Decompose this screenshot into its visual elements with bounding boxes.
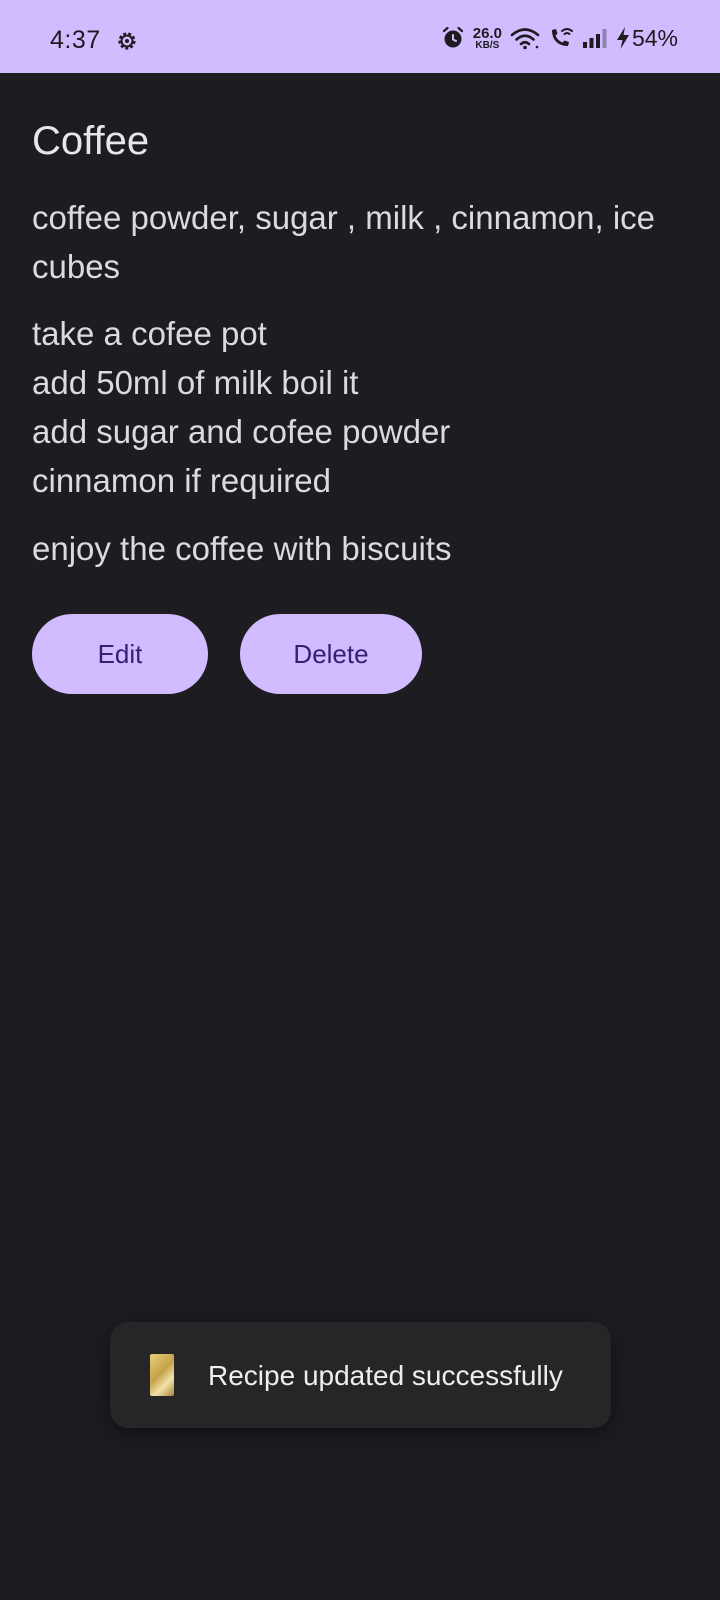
recipe-steps: take a cofee pot add 50ml of milk boil i… — [32, 309, 682, 505]
network-speed-unit: KB/S — [475, 39, 500, 51]
delete-button[interactable]: Delete — [240, 614, 422, 694]
edit-button[interactable]: Edit — [32, 614, 208, 694]
battery-charging-icon — [616, 27, 629, 49]
recipe-step: take a cofee pot — [32, 315, 267, 352]
recipe-step: cinnamon if required — [32, 462, 331, 499]
app-icon — [150, 1354, 174, 1396]
status-time: 4:37 — [50, 26, 101, 54]
settings-gear-icon — [118, 32, 136, 50]
wifi-icon — [510, 28, 540, 50]
network-speed: 26.0 KB/S — [473, 26, 502, 51]
wifi-calling-icon — [551, 28, 573, 46]
recipe-step: add 50ml of milk boil it — [32, 364, 359, 401]
toast-notification: Recipe updated successfully — [110, 1322, 611, 1428]
battery-level: 54% — [631, 24, 678, 51]
recipe-step: add sugar and cofee powder — [32, 413, 451, 450]
status-icons: 26.0 KB/S 54% — [433, 22, 678, 54]
recipe-title: Coffee — [32, 119, 150, 163]
signal-icon — [582, 29, 607, 48]
status-bar: 4:37 26.0 KB/S 54% — [0, 0, 720, 73]
recipe-ingredients: coffee powder, sugar , milk , cinnamon, … — [32, 199, 656, 285]
network-speed-value: 26.0 — [472, 24, 502, 42]
recipe-note: enjoy the coffee with biscuits — [32, 530, 452, 567]
alarm-icon — [442, 26, 463, 48]
toast-message: Recipe updated successfully — [208, 1360, 563, 1391]
